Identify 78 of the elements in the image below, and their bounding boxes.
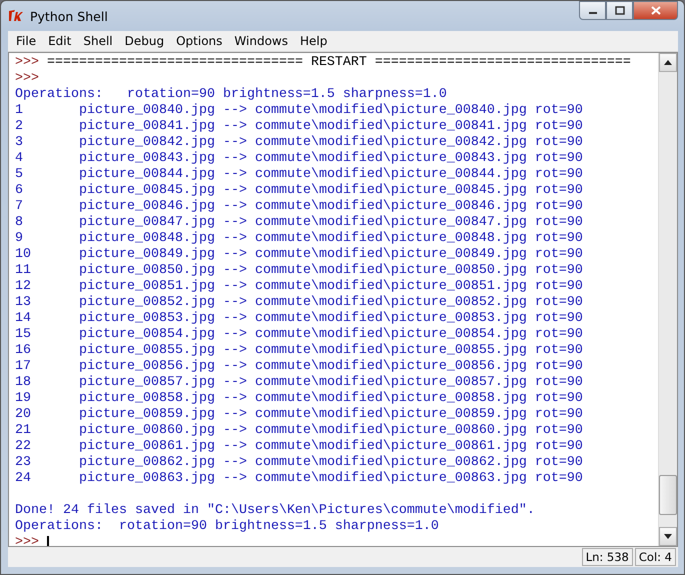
output-line: picture_00854.jpg --> commute\modified\picture_00854.jpg rot=90 bbox=[79, 327, 583, 343]
output-line: picture_00849.jpg --> commute\modified\picture_00849.jpg rot=90 bbox=[79, 247, 583, 263]
output-line: picture_00862.jpg --> commute\modified\picture_00862.jpg rot=90 bbox=[79, 455, 583, 471]
output-line: picture_00857.jpg --> commute\modified\picture_00857.jpg rot=90 bbox=[79, 375, 583, 391]
menu-item[interactable]: Debug bbox=[118, 34, 170, 48]
output-line: picture_00843.jpg --> commute\modified\picture_00843.jpg rot=90 bbox=[79, 151, 583, 167]
output-line: picture_00859.jpg --> commute\modified\picture_00859.jpg rot=90 bbox=[79, 407, 583, 423]
output-line: picture_00847.jpg --> commute\modified\picture_00847.jpg rot=90 bbox=[79, 215, 583, 231]
output-line: picture_00860.jpg --> commute\modified\picture_00860.jpg rot=90 bbox=[79, 423, 583, 439]
scroll-down-button[interactable] bbox=[659, 527, 677, 546]
row-number: 14 bbox=[15, 311, 32, 327]
output-line: Operations: rotation=90 brightness=1.5 sharpness=1.0 bbox=[15, 519, 439, 535]
row-number: 13 bbox=[15, 295, 32, 311]
maximize-button[interactable] bbox=[606, 1, 633, 20]
output-line: picture_00842.jpg --> commute\modified\picture_00842.jpg rot=90 bbox=[79, 135, 583, 151]
column-status: Col: 4 bbox=[634, 548, 676, 566]
vertical-scrollbar[interactable] bbox=[658, 53, 677, 546]
scroll-up-button[interactable] bbox=[659, 53, 677, 72]
output-line: picture_00850.jpg --> commute\modified\picture_00850.jpg rot=90 bbox=[79, 263, 583, 279]
row-number: 1 bbox=[15, 103, 24, 119]
menu-item[interactable]: Shell bbox=[77, 34, 119, 48]
row-number: 19 bbox=[15, 391, 32, 407]
output-line: picture_00846.jpg --> commute\modified\picture_00846.jpg rot=90 bbox=[79, 199, 583, 215]
menu-item[interactable]: Windows bbox=[228, 34, 294, 48]
output-line: picture_00853.jpg --> commute\modified\picture_00853.jpg rot=90 bbox=[79, 311, 583, 327]
output-line: picture_00844.jpg --> commute\modified\picture_00844.jpg rot=90 bbox=[79, 167, 583, 183]
row-number: 24 bbox=[15, 471, 32, 487]
maximize-icon bbox=[614, 6, 624, 15]
row-number: 10 bbox=[15, 247, 32, 263]
close-button[interactable] bbox=[633, 1, 678, 20]
scroll-thumb[interactable] bbox=[659, 475, 677, 515]
row-number: 4 bbox=[15, 151, 24, 167]
output-line: picture_00858.jpg --> commute\modified\picture_00858.jpg rot=90 bbox=[79, 391, 583, 407]
up-arrow-icon bbox=[664, 60, 672, 65]
output-line: picture_00840.jpg --> commute\modified\picture_00840.jpg rot=90 bbox=[79, 103, 583, 119]
window-title: Python Shell bbox=[30, 8, 108, 24]
row-number: 20 bbox=[15, 407, 32, 423]
menu-item[interactable]: Edit bbox=[42, 34, 78, 48]
output-line: picture_00856.jpg --> commute\modified\picture_00856.jpg rot=90 bbox=[79, 359, 583, 375]
prompt: >>> bbox=[15, 535, 39, 546]
output-line: picture_00851.jpg --> commute\modified\picture_00851.jpg rot=90 bbox=[79, 279, 583, 295]
output-line: picture_00861.jpg --> commute\modified\picture_00861.jpg rot=90 bbox=[79, 439, 583, 455]
output-line: picture_00841.jpg --> commute\modified\picture_00841.jpg rot=90 bbox=[79, 119, 583, 135]
menu-item[interactable]: File bbox=[10, 34, 42, 48]
output-line: picture_00848.jpg --> commute\modified\picture_00848.jpg rot=90 bbox=[79, 231, 583, 247]
prompt: >>> bbox=[15, 55, 39, 71]
output-line: picture_00845.jpg --> commute\modified\picture_00845.jpg rot=90 bbox=[79, 183, 583, 199]
feather-logo-icon bbox=[8, 9, 24, 23]
row-number: 18 bbox=[15, 375, 32, 391]
line-number-status: Ln: 538 bbox=[582, 548, 633, 566]
row-number: 9 bbox=[15, 231, 24, 247]
minimize-button[interactable] bbox=[579, 1, 606, 20]
output-line: picture_00852.jpg --> commute\modified\picture_00852.jpg rot=90 bbox=[79, 295, 583, 311]
restart-line-text: ================================ RESTART ================================ bbox=[47, 55, 631, 71]
row-number: 8 bbox=[15, 215, 24, 231]
row-number: 21 bbox=[15, 423, 32, 439]
output-line: picture_00863.jpg --> commute\modified\picture_00863.jpg rot=90 bbox=[79, 471, 583, 487]
menu-item[interactable]: Options bbox=[170, 34, 228, 48]
menu-item[interactable]: Help bbox=[294, 34, 334, 48]
output-line: picture_00855.jpg --> commute\modified\picture_00855.jpg rot=90 bbox=[79, 343, 583, 359]
row-number: 6 bbox=[15, 183, 24, 199]
close-icon bbox=[650, 6, 660, 15]
row-number: 2 bbox=[15, 119, 24, 135]
text-cursor bbox=[47, 536, 49, 546]
output-line: Done! 24 files saved in "C:\Users\Ken\Pictures\commute\modified". bbox=[15, 503, 535, 519]
row-number: 5 bbox=[15, 167, 24, 183]
row-number: 16 bbox=[15, 343, 32, 359]
down-arrow-icon bbox=[664, 534, 672, 539]
row-number: 7 bbox=[15, 199, 24, 215]
row-number: 3 bbox=[15, 135, 24, 151]
row-number: 17 bbox=[15, 359, 32, 375]
row-number: 11 bbox=[15, 263, 32, 279]
output-line: Operations: rotation=90 brightness=1.5 sharpness=1.0 bbox=[15, 87, 447, 103]
row-number: 23 bbox=[15, 455, 32, 471]
row-number: 15 bbox=[15, 327, 32, 343]
row-number: 22 bbox=[15, 439, 32, 455]
prompt: >>> bbox=[15, 71, 39, 87]
row-number: 12 bbox=[15, 279, 32, 295]
